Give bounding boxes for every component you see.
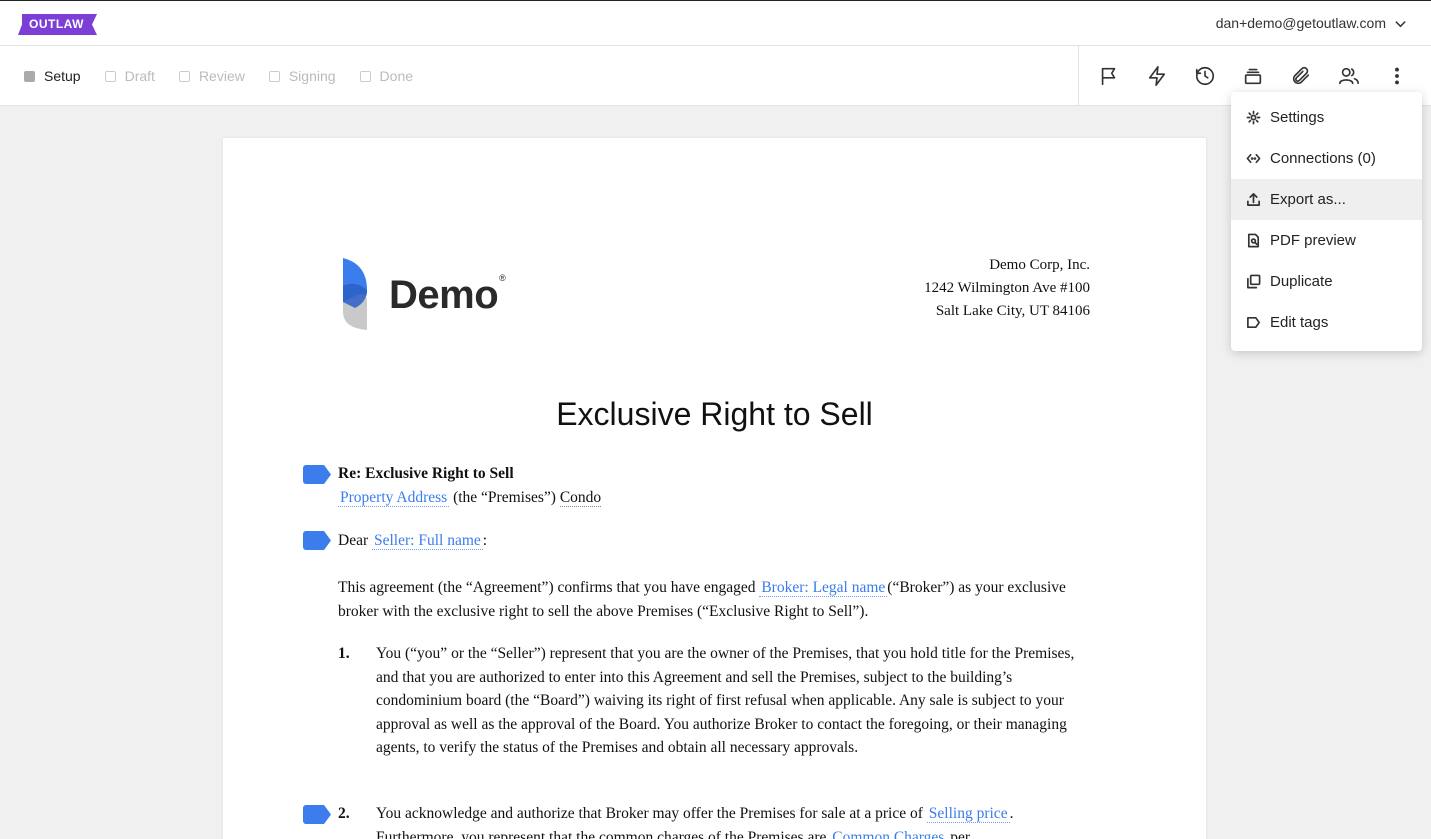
re-heading: Re: Exclusive Right to Sell bbox=[338, 465, 514, 482]
clause-number: 1. bbox=[338, 645, 350, 662]
address-line: 1242 Wilmington Ave #100 bbox=[924, 280, 1090, 296]
step-label: Review bbox=[198, 68, 245, 84]
users-icon[interactable] bbox=[1336, 63, 1361, 88]
document-page[interactable]: Demo ® Demo Corp, Inc. 1242 Wilmington A… bbox=[223, 138, 1206, 839]
property-address-variable[interactable]: Property Address bbox=[338, 488, 450, 507]
menu-item-pdf-preview[interactable]: PDF preview bbox=[1231, 220, 1422, 261]
tool-icons bbox=[1096, 63, 1409, 88]
lightning-icon[interactable] bbox=[1144, 63, 1169, 88]
section-tag-marker[interactable] bbox=[303, 805, 331, 824]
common-charges-variable[interactable]: Common Charges bbox=[830, 828, 947, 839]
user-email: dan+demo@getoutlaw.com bbox=[1215, 15, 1386, 31]
demo-wordmark: Demo bbox=[389, 272, 499, 317]
demo-logo-mark-icon bbox=[343, 258, 367, 330]
seller-name-variable[interactable]: Seller: Full name bbox=[372, 532, 483, 550]
salutation: Dear Seller: Full name: bbox=[338, 529, 1090, 553]
step-draft[interactable]: Draft bbox=[104, 68, 155, 84]
menu-item-connections[interactable]: Connections (0) bbox=[1231, 138, 1422, 179]
menu-item-edit-tags[interactable]: Edit tags bbox=[1231, 302, 1422, 343]
clause-text-part: You acknowledge and authorize that Broke… bbox=[376, 805, 923, 822]
top-bar: OUTLAW dan+demo@getoutlaw.com bbox=[0, 0, 1431, 46]
user-account-menu[interactable]: dan+demo@getoutlaw.com bbox=[1216, 15, 1407, 31]
pdf-preview-icon bbox=[1247, 233, 1260, 248]
agreement-paragraph: This agreement (the “Agreement”) confirm… bbox=[338, 576, 1090, 623]
clause-2: 2. You acknowledge and authorize that Br… bbox=[338, 802, 1090, 839]
property-line: Property Address (the “Premises”) Condo bbox=[338, 486, 1090, 510]
chevron-down-icon bbox=[1395, 20, 1406, 27]
duplicate-icon bbox=[1247, 274, 1261, 289]
clause-text: You acknowledge and authorize that Broke… bbox=[376, 802, 1090, 839]
step-signing[interactable]: Signing bbox=[268, 68, 336, 84]
menu-item-label: Duplicate bbox=[1270, 273, 1333, 290]
workflow-steps: Setup Draft Review Signing Done bbox=[24, 68, 413, 84]
paperclip-icon[interactable] bbox=[1288, 63, 1313, 88]
step-label: Setup bbox=[44, 68, 81, 84]
menu-item-settings[interactable]: Settings bbox=[1231, 97, 1422, 138]
connections-icon bbox=[1246, 153, 1261, 164]
tag-icon bbox=[1247, 316, 1260, 329]
document-title: Exclusive Right to Sell bbox=[556, 396, 873, 432]
section-tag-marker[interactable] bbox=[303, 465, 331, 484]
section-tag-marker[interactable] bbox=[303, 531, 331, 550]
address-line: Salt Lake City, UT 84106 bbox=[935, 303, 1090, 319]
history-icon[interactable] bbox=[1192, 63, 1217, 88]
re-block: Re: Exclusive Right to Sell Property Add… bbox=[338, 462, 1090, 509]
outlaw-logo[interactable]: OUTLAW bbox=[18, 14, 97, 35]
step-checkbox-icon bbox=[104, 70, 116, 82]
selling-price-variable[interactable]: Selling price bbox=[926, 805, 1010, 823]
broker-name-variable[interactable]: Broker: Legal name bbox=[759, 579, 888, 597]
menu-item-export[interactable]: Export as... bbox=[1231, 179, 1422, 220]
menu-item-label: Edit tags bbox=[1270, 314, 1329, 331]
clause-text-part: per bbox=[950, 828, 971, 839]
condo-text[interactable]: Condo bbox=[559, 488, 602, 507]
registered-mark: ® bbox=[499, 273, 506, 283]
step-checkbox-icon bbox=[24, 70, 35, 82]
menu-item-label: PDF preview bbox=[1270, 232, 1356, 249]
more-vertical-icon[interactable] bbox=[1384, 63, 1409, 88]
agreement-text: This agreement (the “Agreement”) confirm… bbox=[338, 579, 756, 596]
workflow-toolbar: Setup Draft Review Signing Done bbox=[0, 46, 1431, 106]
step-label: Signing bbox=[288, 68, 336, 84]
step-checkbox-icon bbox=[178, 70, 190, 82]
stack-icon[interactable] bbox=[1240, 63, 1265, 88]
demo-logo: Demo ® bbox=[341, 256, 506, 330]
step-done[interactable]: Done bbox=[359, 68, 414, 84]
company-address: Demo Corp, Inc. 1242 Wilmington Ave #100… bbox=[924, 254, 1090, 323]
menu-item-label: Settings bbox=[1270, 109, 1325, 126]
dear-text: Dear bbox=[338, 532, 369, 549]
gear-icon bbox=[1246, 110, 1261, 125]
upload-icon bbox=[1247, 193, 1260, 206]
flag-icon[interactable] bbox=[1096, 63, 1121, 88]
premises-text: (the “Premises”) bbox=[453, 488, 556, 506]
clause-1: 1. You (“you” or the “Seller”) represent… bbox=[338, 642, 1090, 760]
menu-item-duplicate[interactable]: Duplicate bbox=[1231, 261, 1422, 302]
menu-item-label: Connections (0) bbox=[1270, 150, 1376, 167]
menu-item-label: Export as... bbox=[1270, 191, 1346, 208]
step-setup[interactable]: Setup bbox=[24, 68, 81, 84]
step-checkbox-icon bbox=[359, 70, 371, 82]
step-label: Draft bbox=[124, 68, 155, 84]
address-line: Demo Corp, Inc. bbox=[989, 257, 1090, 273]
colon-text: : bbox=[482, 532, 488, 549]
step-label: Done bbox=[379, 68, 414, 84]
step-review[interactable]: Review bbox=[178, 68, 245, 84]
clause-text: You (“you” or the “Seller”) represent th… bbox=[376, 645, 1075, 756]
clause-number: 2. bbox=[338, 805, 350, 822]
step-checkbox-icon bbox=[268, 70, 280, 82]
more-options-menu: Settings Connections (0) Export as... PD… bbox=[1231, 92, 1422, 351]
toolbar-divider bbox=[1078, 46, 1079, 106]
